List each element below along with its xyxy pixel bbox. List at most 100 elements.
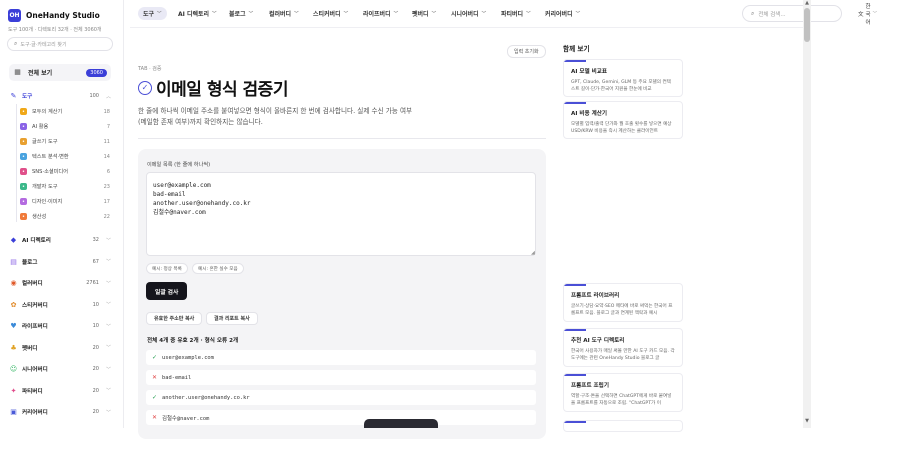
sidebar-category[interactable]: ✦ 파티버디 20 ﹀ xyxy=(9,385,111,397)
sidebar-subitem[interactable]: • 모두의 계산기 18 xyxy=(20,106,110,117)
copy-report-button[interactable]: 결과 리포트 복사 xyxy=(206,312,258,325)
chevron-down-icon: ﹀ xyxy=(157,11,162,17)
sticker-icon: ✿ xyxy=(10,300,17,309)
bulk-check-button[interactable]: 일괄 검사 xyxy=(146,282,188,300)
sidebar-category[interactable]: ▣ 커리어버디 20 ﹀ xyxy=(9,406,111,418)
example-mistakes-chip[interactable]: 예시: 흔한 실수 모음 xyxy=(192,263,244,274)
grid-icon: ▦ xyxy=(14,68,21,76)
sidebar-category[interactable]: ◉ 컬러버디 2761 ﹀ xyxy=(9,277,111,289)
sidebar-subitem[interactable]: • 디자인·이미지 17 xyxy=(20,196,110,207)
sidebar-category-label: 시니어버디 xyxy=(22,367,48,373)
sidebar-category[interactable]: ▤ 블로그 67 ﹀ xyxy=(9,256,111,268)
scroll-thumb[interactable] xyxy=(804,8,810,42)
chevron-down-icon: ﹀ xyxy=(343,11,349,17)
sidebar-category-count: 32 xyxy=(92,237,99,243)
view-all-count-badge: 3060 xyxy=(86,68,107,77)
nav-item[interactable]: 펫버디 ﹀ xyxy=(408,7,440,20)
senior-icon: ☺ xyxy=(9,365,18,373)
sidebar-subitem-label: 디자인·이미지 xyxy=(32,199,63,205)
color-icon: ◉ xyxy=(10,279,17,287)
sidebar-subitem-count: 17 xyxy=(103,198,110,205)
nav-item[interactable]: AI 디렉토리 ﹀ xyxy=(174,7,221,20)
nav-item[interactable]: 블로그 ﹀ xyxy=(225,7,257,20)
sidebar-search-input[interactable]: ⌕ 도구·글·카테고리 찾기 xyxy=(7,37,113,51)
related-card-desc: 글쓰기·상담·요약·SEO 메타에 바로 써먹는 한국어 프롬프트 모음. 블로… xyxy=(571,304,673,316)
ai-directory-icon: ◆ xyxy=(10,236,17,244)
related-card[interactable]: 프롬프트 라이브러리 글쓰기·상담·요약·SEO 메타에 바로 써먹는 한국어 … xyxy=(563,283,683,322)
scrollbar[interactable]: ▲ ▼ xyxy=(803,0,811,428)
sidebar-category[interactable]: ☺ 시니어버디 20 ﹀ xyxy=(9,363,111,375)
result-email: another.user@onehandy.co.kr xyxy=(162,394,250,401)
check-icon: ✓ xyxy=(151,394,158,401)
check-icon: ✓ xyxy=(151,354,158,361)
sidebar-subitem[interactable]: • 개발자 도구 23 xyxy=(20,181,110,192)
sidebar-subitem-label: 개발자 도구 xyxy=(32,184,58,190)
copy-valid-button[interactable]: 유효한 주소만 복사 xyxy=(146,312,203,325)
sidebar-subitem-count: 18 xyxy=(103,108,110,115)
sidebar-subitem-count: 22 xyxy=(103,213,110,220)
related-card-desc: GPT, Claude, Gemini, GLM 등 주요 모델의 컨텍스트 길… xyxy=(571,80,671,92)
scroll-up-arrow-icon[interactable]: ▲ xyxy=(803,0,811,6)
related-card[interactable]: 프롬프트 조립기 역할·구조·톤을 선택하면 ChatGPT에게 바로 붙여넣을… xyxy=(563,373,683,412)
email-list-textarea[interactable]: user@example.com bad-email another.user@… xyxy=(146,172,536,256)
nav-item[interactable]: 컬러버디 ﹀ xyxy=(265,7,303,20)
related-card-title: 프롬프트 라이브러리 xyxy=(571,293,620,299)
nav-item[interactable]: 도구 ﹀ xyxy=(138,7,167,20)
sidebar-category[interactable]: ♣ 펫버디 20 ﹀ xyxy=(9,342,111,354)
nav-item[interactable]: 라이프버디 ﹀ xyxy=(359,7,402,20)
pet-icon: ♣ xyxy=(10,343,17,352)
sidebar-subitem[interactable]: • 생산성 22 xyxy=(20,211,110,222)
text-icon: • xyxy=(20,153,27,160)
sidebar-category[interactable]: ◆ AI 디렉토리 32 ﹀ xyxy=(9,234,111,246)
floating-toolbar[interactable] xyxy=(364,419,438,428)
calculator-icon: • xyxy=(20,108,27,115)
sidebar-category[interactable]: ✿ 스티커버디 10 ﹀ xyxy=(9,299,111,311)
sidebar-subitem[interactable]: • SNS·소셜미디어 6 xyxy=(20,166,110,177)
language-label: 한국어 xyxy=(865,3,871,26)
resize-handle-icon[interactable]: ◢ xyxy=(531,250,535,256)
sidebar-item-tools[interactable]: ✎ 도구 100 ︿ xyxy=(9,90,111,102)
sidebar-category[interactable]: ♥ 라이프버디 10 ﹀ xyxy=(9,320,111,332)
sidebar-subitem[interactable]: • AI 활용 7 xyxy=(20,121,110,132)
search-icon: ⌕ xyxy=(751,9,755,17)
nav-item[interactable]: 커리어버디 ﹀ xyxy=(541,7,584,20)
brand[interactable]: OH OneHandy Studio xyxy=(8,9,100,22)
sidebar-category-count: 20 xyxy=(92,366,99,372)
page-description: 한 줄에 하나씩 이메일 주소를 붙여넣으면 형식이 올바른지 한 번에 검사합… xyxy=(138,107,413,126)
sidebar-category-label: 파티버디 xyxy=(22,388,43,395)
blog-icon: ▤ xyxy=(10,257,17,266)
result-email: 김철수@naver.com xyxy=(162,415,210,422)
language-icon: 文 xyxy=(858,11,864,18)
chevron-down-icon: ﹀ xyxy=(105,259,111,265)
related-card[interactable]: AI 모델 비교표 GPT, Claude, Gemini, GLM 등 주요 … xyxy=(563,59,683,97)
chevron-down-icon: ﹀ xyxy=(105,237,111,244)
sidebar-subitem[interactable]: • 글쓰기 도구 11 xyxy=(20,136,110,147)
chevron-down-icon: ﹀ xyxy=(212,11,217,17)
sidebar-category-label: 블로그 xyxy=(22,259,38,266)
sidebar-subitem-count: 14 xyxy=(103,153,110,160)
example-normal-chip[interactable]: 예시: 정상 목록 xyxy=(146,263,188,274)
related-card[interactable]: AI 비용 계산기 모델별 입력/출력 단가와 월 호출 횟수를 넣으면 예상 … xyxy=(563,101,683,139)
chevron-down-icon: ﹀ xyxy=(526,11,531,17)
result-row: ✓ another.user@onehandy.co.kr xyxy=(146,390,536,405)
chevron-down-icon: ﹀ xyxy=(431,11,437,17)
sidebar-view-all[interactable]: ▦ 전체 보기 3060 xyxy=(9,64,111,81)
brand-stats: 도구 100개 · 디렉토리 32개 · 전체 3060개 xyxy=(8,27,102,33)
related-card-title: AI 비용 계산기 xyxy=(571,111,608,117)
reset-input-button[interactable]: 입력 초기화 xyxy=(507,45,546,58)
chevron-down-icon: ﹀ xyxy=(393,11,399,17)
related-card[interactable] xyxy=(563,420,683,432)
page-title-row: ✓ 이메일 형식 검증기 xyxy=(138,75,288,100)
related-card[interactable]: 추천 AI 도구 디렉토리 한국어 사용자가 매일 써볼 만한 AI 도구 카드… xyxy=(563,328,683,367)
chevron-down-icon: ﹀ xyxy=(105,280,111,287)
nav-item[interactable]: 스티커버디 ﹀ xyxy=(309,7,352,20)
sidebar-subitem[interactable]: • 텍스트 분석·변환 14 xyxy=(20,151,110,162)
global-search-input[interactable]: ⌕ 전체 검색... xyxy=(742,5,842,22)
breadcrumb: TAB · 검증 xyxy=(138,66,162,72)
nav-item[interactable]: 시니어버디 ﹀ xyxy=(447,7,490,20)
chevron-down-icon: ﹀ xyxy=(105,302,111,308)
scroll-down-arrow-icon[interactable]: ▼ xyxy=(803,418,811,424)
language-selector[interactable]: 文 한국어 ﹀ xyxy=(858,4,877,26)
view-all-label: 전체 보기 xyxy=(28,70,53,77)
nav-item[interactable]: 파티버디 ﹀ xyxy=(497,7,535,20)
